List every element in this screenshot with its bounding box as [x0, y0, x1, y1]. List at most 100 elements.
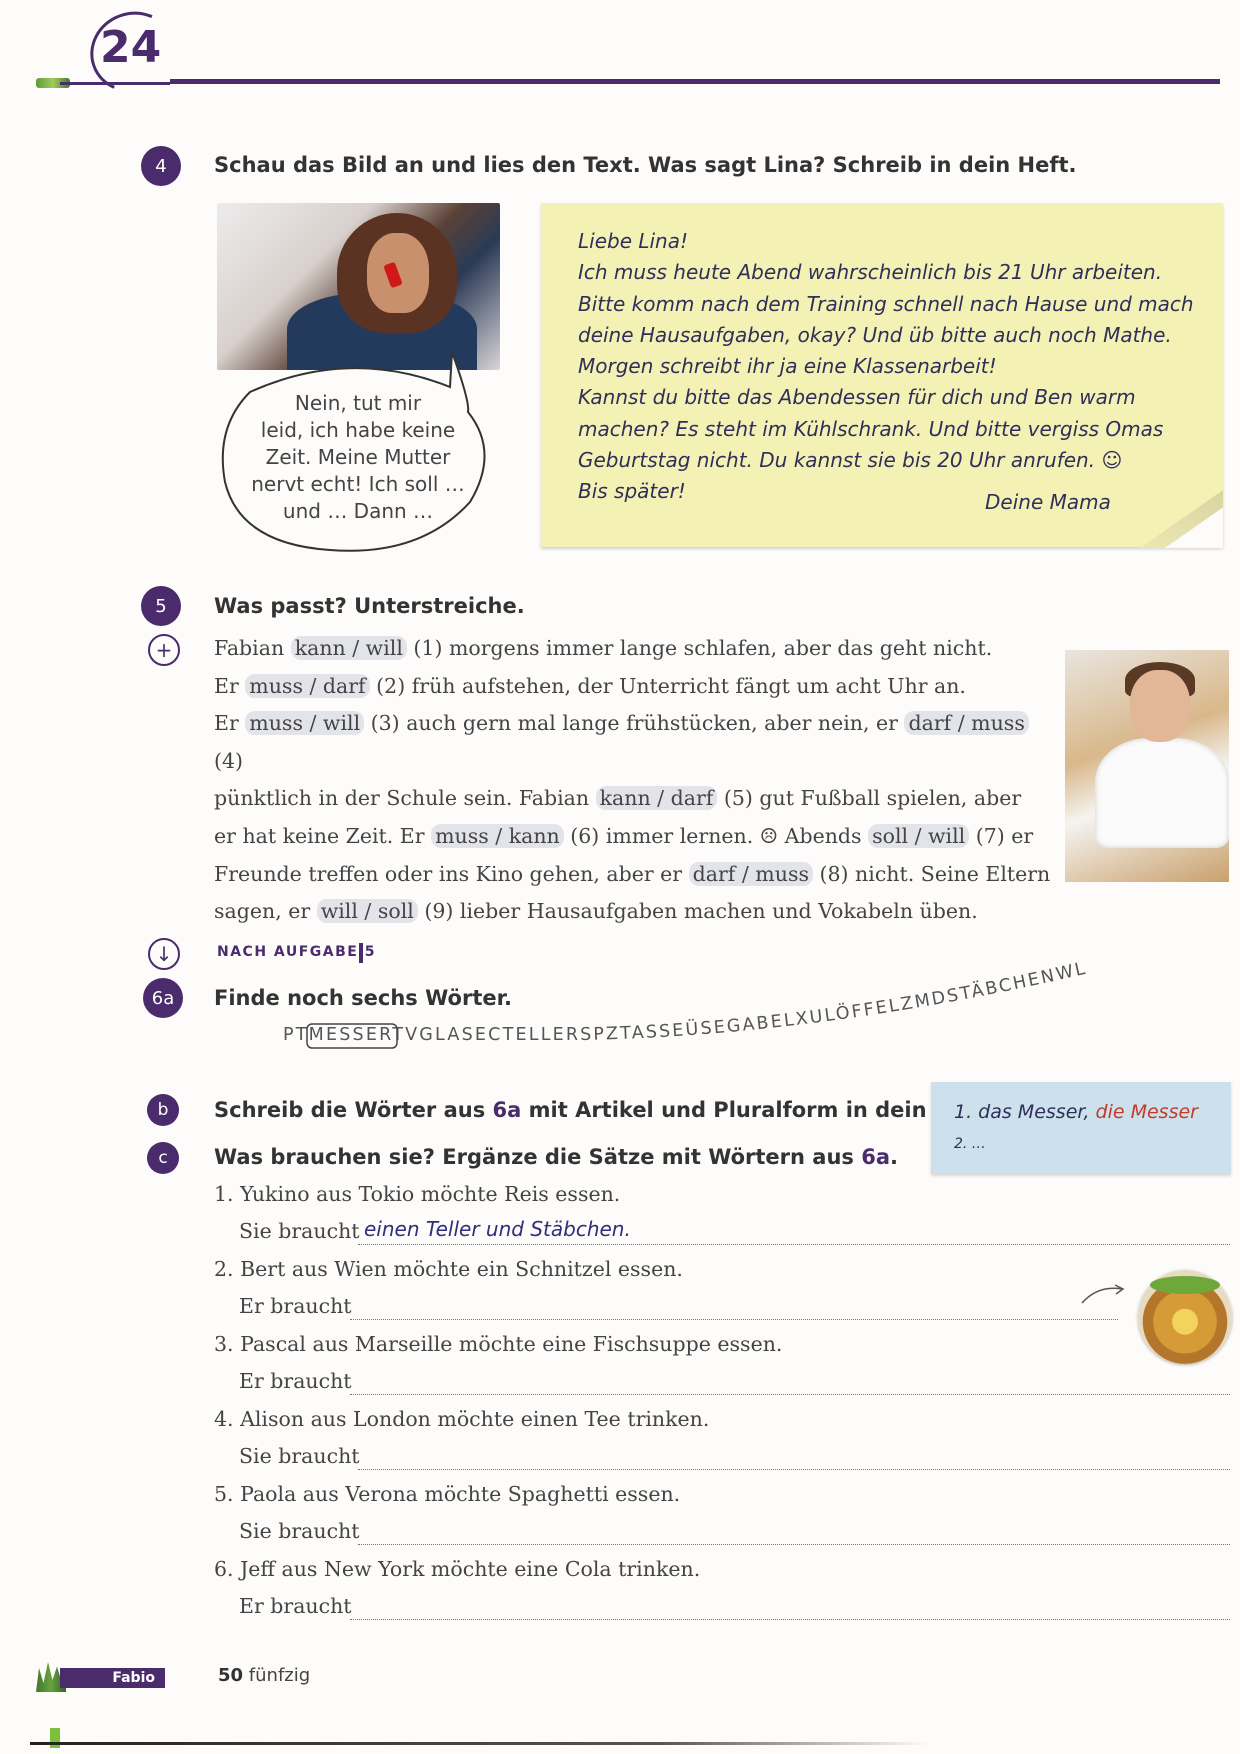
exercise-5-text: Fabian kann / will (1) morgens immer lan… [214, 630, 1054, 931]
exercise-5-text-segment: (3) auch gern mal lange frühstücken, abe… [364, 711, 905, 736]
example-note-text: 1. das Messer, die Messer 2. … [954, 1096, 1198, 1160]
note-line: Bitte komm nach dem Training schnell nac… [578, 291, 1194, 316]
exercise-5-text-segment: Er [214, 711, 246, 736]
exercise-5-line: sagen, er will / soll (9) lieber Hausauf… [214, 893, 1054, 931]
exercise-6c-answer-prefix: Er braucht [239, 1369, 352, 1393]
exercise-4-instruction: Schau das Bild an und lies den Text. Was… [214, 153, 1077, 177]
exercise-5-text-segment: (6) immer lernen. ☹ Abends [563, 823, 869, 848]
arrow-down-icon: ↓ [148, 938, 180, 970]
speech-bubble-text: Nein, tut mir leid, ich habe keine Zeit.… [240, 390, 476, 525]
instruction-text: Was brauchen sie? Ergänze die Sätze mit … [214, 1145, 862, 1169]
answer-input-line[interactable] [350, 1319, 1118, 1320]
answer-input-line[interactable] [350, 1619, 1230, 1620]
page-number-digits: 50 [218, 1665, 244, 1686]
note-line: deine Hausaufgaben, okay? Und üb bitte a… [578, 322, 1172, 347]
instruction-text: . [890, 1145, 899, 1169]
exercise-5-line: Fabian kann / will (1) morgens immer lan… [214, 630, 1054, 668]
exercise-5-text-segment: er hat keine Zeit. Er [214, 823, 432, 848]
exercise-6c-question: 2. Bert aus Wien möchte ein Schnitzel es… [214, 1257, 683, 1281]
exercise-5-text-segment: (1) morgens immer lange schlafen, aber d… [406, 636, 993, 660]
modal-verb-choice[interactable]: darf / muss [904, 711, 1029, 736]
exercise-6c-answer-prefix: Sie braucht [239, 1444, 360, 1468]
exercise-6a-badge: 6a [143, 978, 183, 1018]
instruction-text: Schreib die Wörter aus [214, 1098, 493, 1122]
bubble-line: Zeit. Meine Mutter [265, 445, 451, 469]
exercise-5-text-segment: Er [214, 673, 246, 698]
instruction-ref: 6a [492, 1098, 522, 1122]
photo-girl-on-phone [217, 203, 500, 370]
exercise-5-line: Er muss / will (3) auch gern mal lange f… [214, 705, 1054, 780]
note-text: Liebe Lina! Ich muss heute Abend wahrsch… [578, 226, 1208, 508]
bubble-line: leid, ich habe keine [260, 418, 456, 442]
schnitzel-photo [1138, 1270, 1232, 1364]
word-snake-text: PTMESSERTVGLASECTELLERSPZTASSEÜSEGABELXU… [283, 959, 1089, 1045]
modal-verb-choice[interactable]: kann / darf [595, 786, 718, 811]
bubble-line: und … Dann … [282, 499, 434, 523]
exercise-5-instruction: Was passt? Unterstreiche. [214, 594, 525, 618]
exercise-6c-question: 6. Jeff aus New York möchte eine Cola tr… [214, 1557, 701, 1581]
exercise-5-text-segment: (2) früh aufstehen, der Unterricht fängt… [369, 673, 966, 698]
exercise-5-line: pünktlich in der Schule sein. Fabian kan… [214, 780, 1054, 818]
modal-verb-choice[interactable]: muss / kann [431, 823, 564, 848]
note-line: Morgen schreibt ihr ja eine Klassenarbei… [578, 354, 997, 379]
exercise-6c-badge: c [147, 1142, 179, 1174]
instruction-ref: 6a [861, 1145, 891, 1169]
exercise-6c-question: 3. Pascal aus Marseille möchte eine Fisc… [214, 1332, 783, 1356]
answer-input-line[interactable] [358, 1544, 1230, 1545]
example-article: 1. das Messer, [954, 1101, 1096, 1123]
exercise-5-line: Er muss / darf (2) früh aufstehen, der U… [214, 668, 1054, 706]
word-snake: PTMESSERTVGLASECTELLERSPZTASSEÜSEGABELXU… [283, 959, 1089, 1049]
exercise-5-text-segment: (4) [214, 748, 244, 773]
exercise-6c-question: 5. Paola aus Verona möchte Spaghetti ess… [214, 1482, 681, 1506]
exercise-6c-answer-prefix: Sie braucht [239, 1219, 360, 1243]
footer-green-mark [50, 1728, 60, 1748]
exercise-6c-question: 1. Yukino aus Tokio möchte Reis essen. [214, 1182, 621, 1206]
plus-icon: + [148, 634, 180, 666]
modal-verb-choice[interactable]: soll / will [868, 823, 970, 848]
modal-verb-choice[interactable]: will / soll [316, 899, 418, 924]
note-line: Liebe Lina! [578, 229, 689, 253]
exercise-5-text-segment: (5) gut Fußball spielen, aber [717, 786, 1022, 811]
exercise-5-text-segment: (9) lieber Hausaufgaben machen und Vokab… [417, 899, 978, 924]
exercise-5-text-segment: sagen, er [214, 899, 317, 924]
modal-verb-choice[interactable]: kann / will [290, 636, 407, 660]
example-plural: die Messer [1095, 1101, 1198, 1123]
note-signature: Deine Mama [985, 490, 1111, 514]
exercise-5-badge: 5 [141, 586, 181, 626]
curved-arrow-icon [1081, 1284, 1125, 1304]
modal-verb-choice[interactable]: muss / will [245, 711, 365, 736]
footer-character-tag: Fabio [60, 1668, 165, 1688]
header-rule [170, 79, 1220, 84]
answer-input-line[interactable] [358, 1469, 1230, 1470]
modal-verb-choice[interactable]: darf / muss [688, 861, 813, 886]
note-line: Kannst du bitte das Abendessen für dich … [578, 385, 1136, 410]
exercise-5-text-segment: pünktlich in der Schule sein. Fabian [214, 786, 596, 811]
bubble-line: Nein, tut mir [294, 391, 422, 415]
modal-verb-choice[interactable]: muss / darf [245, 673, 370, 698]
example-line: 2. … [954, 1136, 986, 1152]
note-line: Bis später! [578, 479, 686, 504]
note-line: machen? Es steht im Kühlschrank. Und bit… [578, 416, 1164, 441]
photo-yawning-boy [1065, 650, 1229, 882]
instruction-text: mit Artikel und Pluralform in dein Heft. [521, 1098, 993, 1122]
exercise-5-line: er hat keine Zeit. Er muss / kann (6) im… [214, 818, 1054, 856]
answer-input-line[interactable] [358, 1244, 1230, 1245]
exercise-5-text-segment: Fabian [214, 636, 291, 660]
word-snake-boxed-word: MESSER [309, 1025, 393, 1045]
note-line: Ich muss heute Abend wahrscheinlich bis … [578, 260, 1163, 285]
exercise-5-text-segment: (7) er [969, 823, 1034, 848]
note-line: Geburtstag nicht. Du kannst sie bis 20 U… [578, 448, 1123, 473]
word-snake-rest: TVGLASECTELLERSPZTASSEÜSEGABELXULÖFFELZM… [391, 959, 1089, 1045]
example-line: 1. das Messer, die Messer [954, 1096, 1198, 1128]
exercise-5-text-segment: Freunde treffen oder ins Kino gehen, abe… [214, 861, 689, 886]
unit-number: 24 [100, 22, 162, 73]
page-number: 50 fünfzig [218, 1665, 310, 1686]
exercise-4-badge: 4 [141, 146, 181, 186]
exercise-6c-question: 4. Alison aus London möchte einen Tee tr… [214, 1407, 710, 1431]
exercise-6b-instruction: Schreib die Wörter aus 6a mit Artikel un… [214, 1098, 993, 1122]
exercise-6c-answer-prefix: Sie braucht [239, 1519, 360, 1543]
page-number-word: fünfzig [248, 1665, 311, 1686]
bubble-line: nervt echt! Ich soll … [251, 472, 465, 496]
word-snake-prefix: PT [283, 1025, 309, 1045]
answer-input-line[interactable] [350, 1394, 1230, 1395]
